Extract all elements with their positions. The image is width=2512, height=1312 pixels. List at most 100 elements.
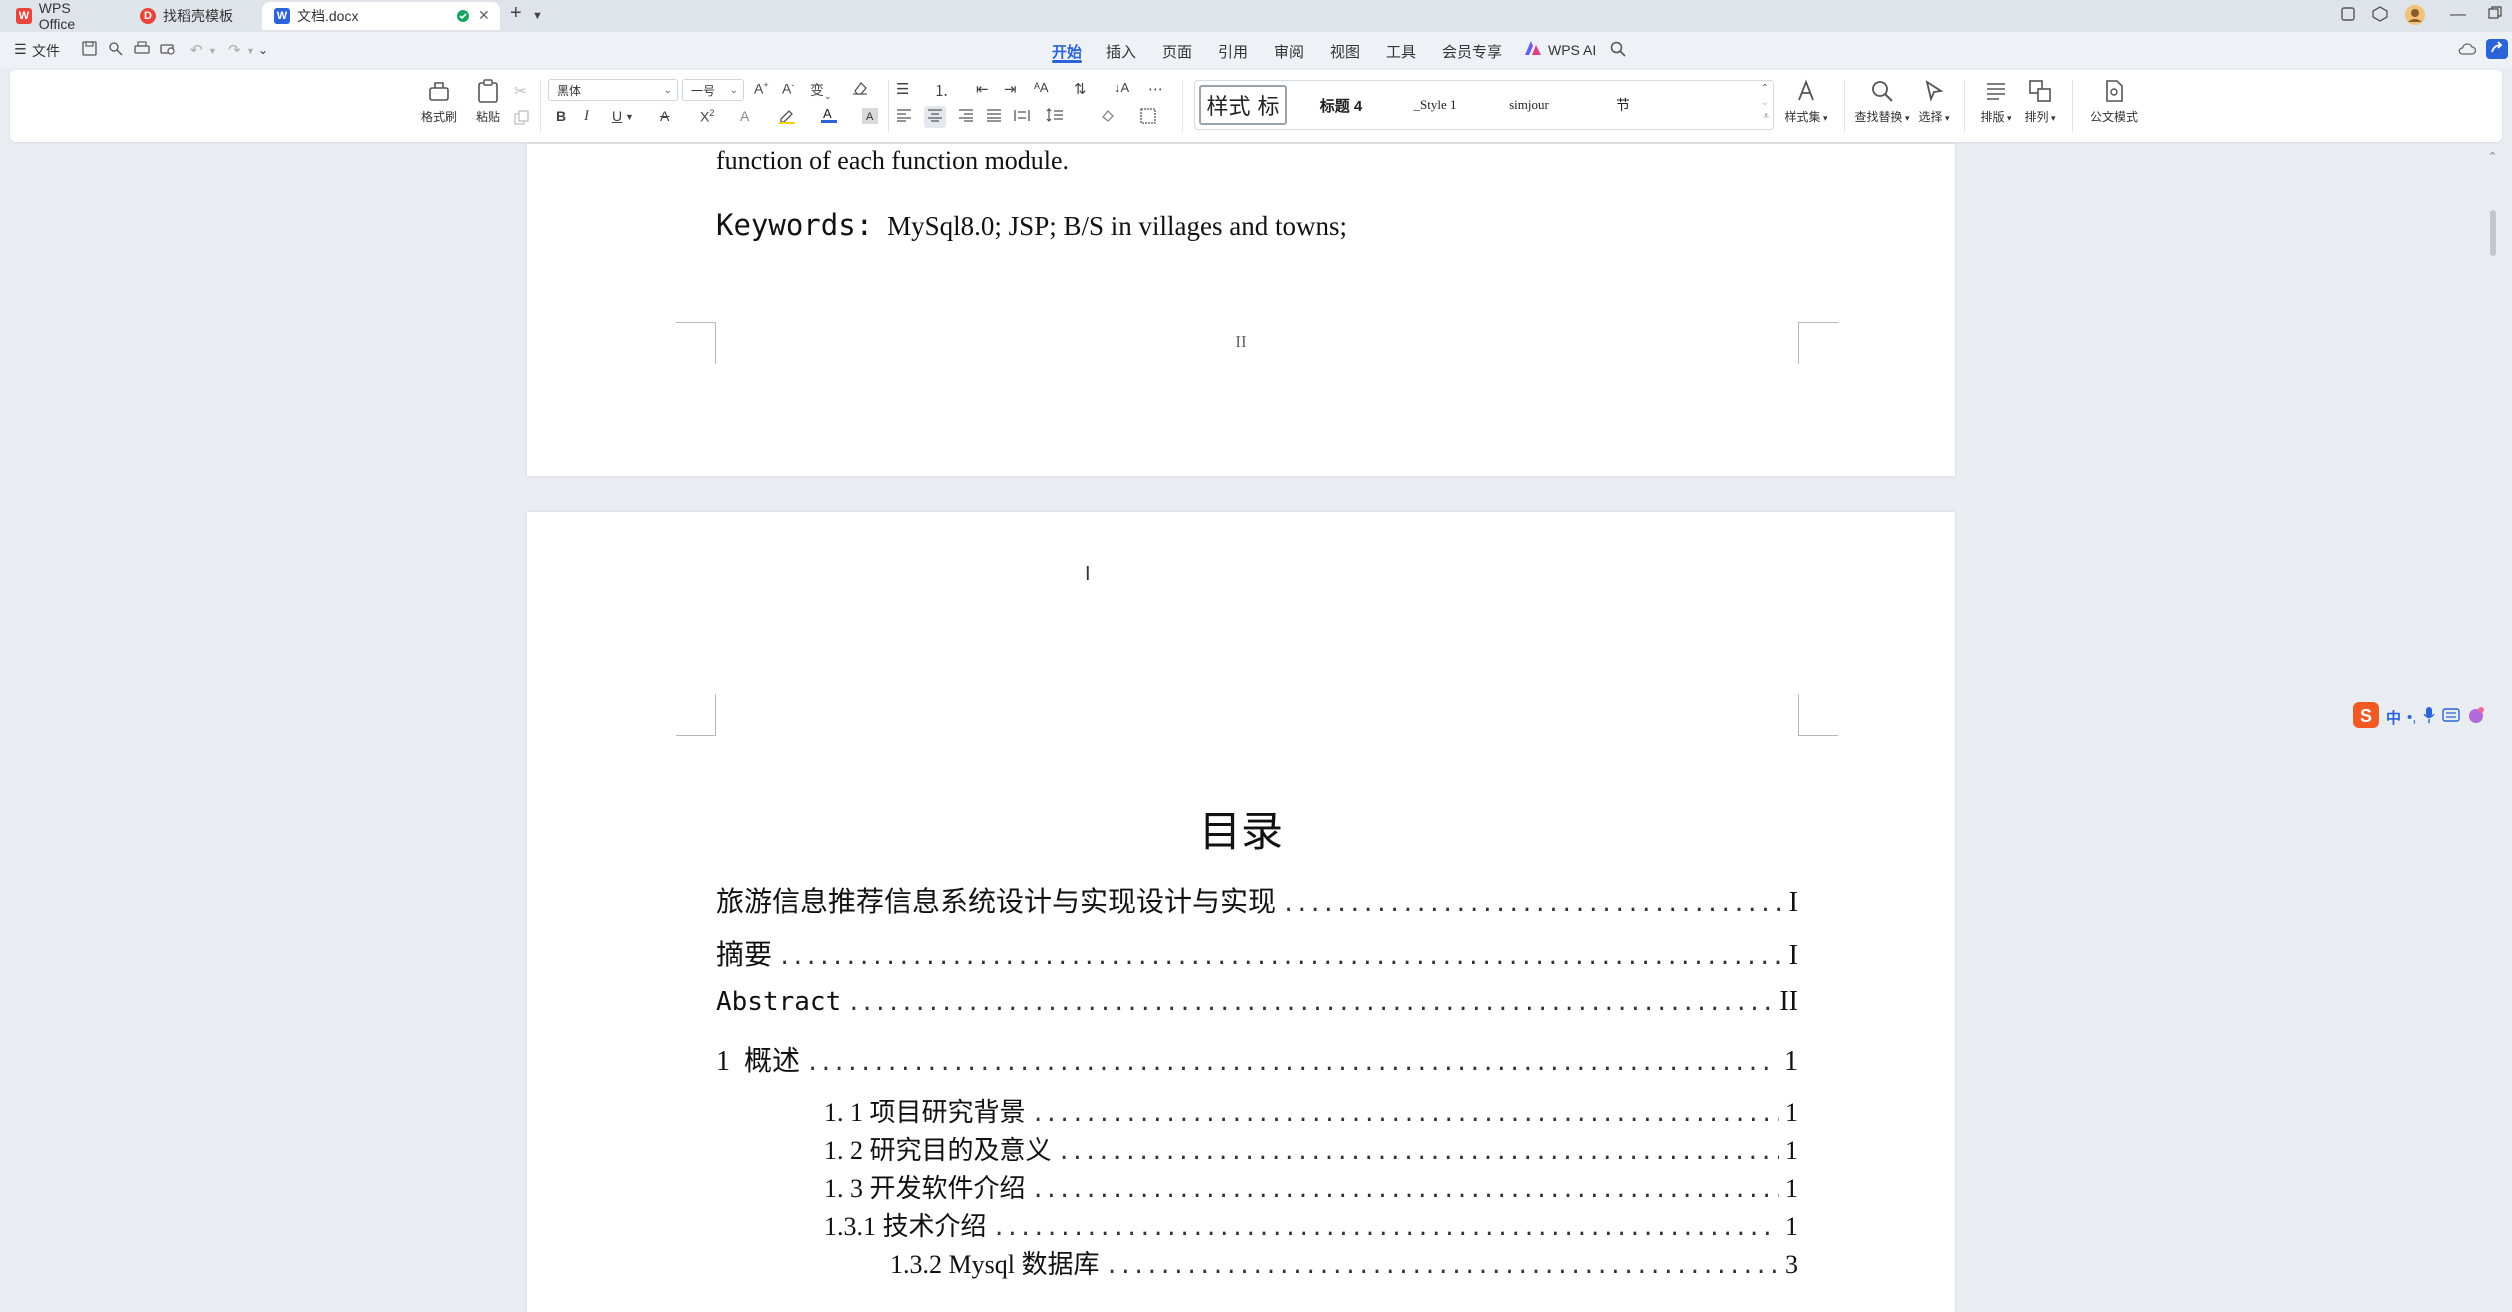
print-icon[interactable] (134, 41, 150, 60)
numbered-list-icon[interactable]: ⒈ (934, 80, 949, 101)
italic-icon[interactable]: I (584, 108, 589, 125)
show-marks-icon[interactable]: ⋯ (1148, 80, 1163, 98)
tab-list-chevron-icon[interactable]: ▼ (532, 10, 543, 22)
sort-icon[interactable]: ⇅ (1074, 80, 1087, 98)
gallery-expand-icon[interactable]: ⩡ (1763, 111, 1769, 122)
align-center-icon[interactable] (924, 106, 946, 128)
toc-entry[interactable]: 1. 1 项目研究背景 ............................… (824, 1092, 1798, 1129)
app-center-icon[interactable] (2372, 6, 2388, 27)
increase-font-icon[interactable]: A+ (754, 80, 769, 97)
font-color-icon[interactable]: A (820, 106, 838, 128)
vertical-scrollbar[interactable]: ⌃ (2486, 148, 2500, 1300)
tab-view[interactable]: 视图 (1330, 41, 1360, 62)
tab-review[interactable]: 审阅 (1274, 41, 1304, 62)
ime-mode[interactable]: 中 (2386, 707, 2401, 728)
document-page[interactable]: function of each function module. Keywor… (527, 144, 1955, 476)
toc-entry[interactable]: 1. 3 开发软件介绍 ............................… (824, 1168, 1798, 1205)
keyboard-icon[interactable] (2442, 708, 2461, 726)
highlight-icon[interactable] (778, 108, 796, 127)
tab-insert[interactable]: 插入 (1106, 41, 1136, 62)
new-tab-icon[interactable]: + (510, 2, 522, 25)
wps-ai-icon[interactable] (1524, 40, 1542, 60)
distributed-icon[interactable] (1014, 108, 1030, 126)
find-replace-button[interactable]: 查找替换 ▾ (1850, 78, 1914, 125)
gallery-scroll-up-icon[interactable]: ⌃ (1761, 83, 1769, 94)
save-icon[interactable] (82, 41, 97, 60)
cloud-sync-icon[interactable] (2458, 42, 2477, 60)
style-item[interactable]: 标题 4 (1297, 85, 1385, 125)
undo-icon[interactable]: ↶ (190, 41, 203, 59)
decrease-indent-icon[interactable]: ⇤ (976, 80, 989, 98)
punctuation-icon[interactable]: •, (2407, 709, 2416, 726)
scrollbar-thumb[interactable] (2490, 210, 2496, 256)
align-right-icon[interactable] (958, 108, 974, 126)
style-item[interactable]: 节 (1579, 85, 1667, 125)
tab-tools[interactable]: 工具 (1386, 41, 1416, 62)
official-mode-button[interactable]: 公文模式 (2084, 78, 2144, 125)
hamburger-icon[interactable]: ☰ (14, 41, 27, 58)
clear-format-icon[interactable] (852, 80, 868, 100)
phonetic-guide-icon[interactable]: 变⌄ (810, 80, 832, 102)
bullet-list-icon[interactable]: ☰ (896, 80, 909, 98)
tab-member[interactable]: 会员专享 (1442, 41, 1502, 62)
toc-entry[interactable]: 旅游信息推荐信息系统设计与实现设计与实现 ...................… (716, 880, 1798, 920)
decrease-font-icon[interactable]: A- (782, 80, 794, 97)
underline-chevron-icon[interactable]: ▼ (625, 112, 634, 122)
increase-indent-icon[interactable]: ⇥ (1004, 80, 1017, 98)
underline-icon[interactable]: U (612, 108, 622, 124)
restore-icon[interactable] (2488, 6, 2502, 25)
gallery-scroll-down-icon[interactable]: ⌄ (1761, 97, 1769, 108)
minimize-icon[interactable]: — (2450, 6, 2466, 24)
microphone-icon[interactable] (2422, 706, 2436, 728)
paste-button[interactable]: 粘贴 (466, 78, 510, 125)
justify-icon[interactable] (986, 108, 1002, 126)
style-set-button[interactable]: 样式集 ▾ (1776, 78, 1836, 125)
style-item[interactable]: _Style 1 (1391, 85, 1479, 125)
tab-document[interactable]: W 文档.docx ✕ (262, 2, 500, 30)
font-name-select[interactable]: 黑体 ⌄ (548, 79, 678, 101)
superscript-icon[interactable]: X2 (700, 108, 714, 125)
skin-icon[interactable] (2466, 705, 2486, 729)
search-icon[interactable] (1610, 41, 1626, 61)
font-size-select[interactable]: 一号 ⌄ (682, 79, 744, 101)
style-item[interactable]: simjour (1485, 85, 1573, 125)
toc-entry[interactable]: 1.3.2 Mysql 数据库 ........................… (890, 1244, 1798, 1281)
sort-az-icon[interactable]: ↓A (1114, 80, 1129, 95)
copy-icon[interactable] (514, 110, 529, 129)
arrange-button[interactable]: 排列 ▾ (2020, 78, 2060, 125)
scroll-top-icon[interactable]: ⌃ (2488, 150, 2497, 163)
char-shading-icon[interactable]: A (862, 108, 878, 128)
customize-toolbar-chevron-icon[interactable]: ⌄ (258, 43, 268, 57)
tab-template-store[interactable]: D 找稻壳模板 (128, 2, 258, 30)
toc-entry[interactable]: 1 概述 ...................................… (716, 1039, 1798, 1079)
redo-icon[interactable]: ↷ (228, 41, 241, 59)
tab-home[interactable]: 开始 (1052, 41, 1082, 62)
undo-chevron-icon[interactable]: ▼ (208, 46, 217, 56)
toc-entry[interactable]: Abstract ...............................… (716, 986, 1798, 1018)
window-layout-icon[interactable] (2340, 6, 2356, 27)
align-left-icon[interactable] (896, 108, 912, 126)
shading-icon[interactable] (1100, 108, 1118, 128)
redo-chevron-icon[interactable]: ▼ (246, 46, 255, 56)
print-preview-icon[interactable] (160, 41, 176, 60)
line-spacing-icon[interactable] (1046, 108, 1064, 126)
style-item[interactable]: 样式 标 (1199, 85, 1287, 125)
sogou-logo-icon[interactable]: S (2352, 701, 2380, 733)
share-icon[interactable] (2486, 39, 2508, 63)
tab-references[interactable]: 引用 (1218, 41, 1248, 62)
format-painter-button[interactable]: 格式刷 (416, 78, 462, 125)
file-menu[interactable]: 文件 (32, 41, 60, 61)
cut-icon[interactable]: ✂ (514, 82, 527, 100)
toc-entry[interactable]: 1. 2 研究目的及意义 ...........................… (824, 1130, 1798, 1167)
tab-page[interactable]: 页面 (1162, 41, 1192, 62)
export-icon[interactable] (108, 41, 123, 60)
select-button[interactable]: 选择 ▾ (1914, 78, 1954, 125)
layout-button[interactable]: 排版 ▾ (1976, 78, 2016, 125)
toc-entry[interactable]: 摘要 .....................................… (716, 933, 1798, 973)
toc-entry[interactable]: 1.3.1 技术介绍 .............................… (824, 1206, 1798, 1243)
text-effect-icon[interactable]: A (740, 108, 749, 124)
tab-wps-office[interactable]: W WPS Office (4, 0, 122, 32)
bold-icon[interactable]: B (556, 108, 566, 124)
avatar[interactable] (2404, 4, 2426, 31)
text-direction-icon[interactable]: ᴬA (1034, 80, 1049, 95)
